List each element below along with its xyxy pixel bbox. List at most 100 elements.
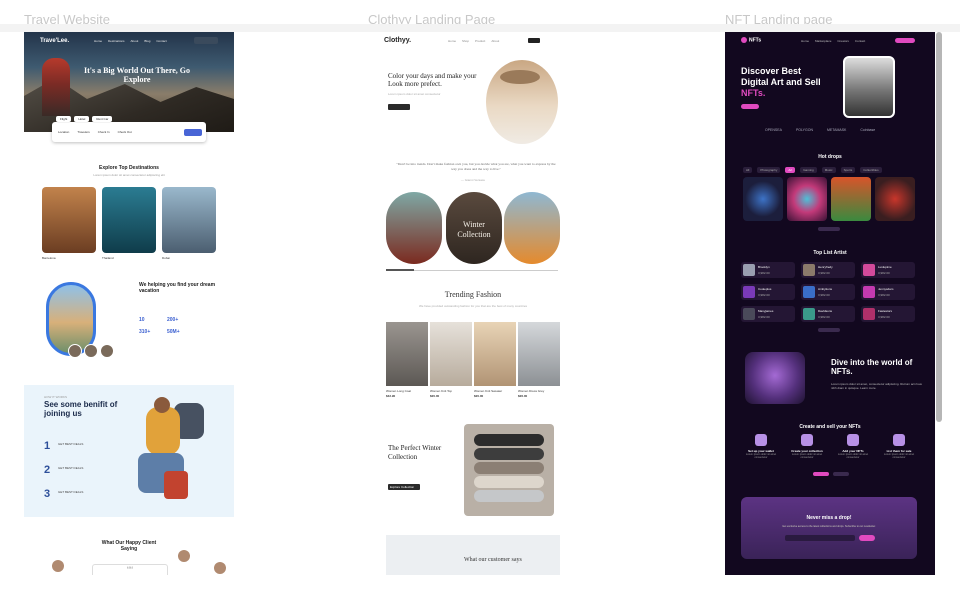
filter-chip[interactable]: Photography — [757, 167, 781, 173]
artist-name: Ambytions — [818, 287, 833, 291]
subscribe-button[interactable] — [859, 535, 875, 541]
product-image[interactable] — [386, 322, 428, 386]
create-buttons — [813, 472, 849, 476]
drop-card[interactable] — [743, 177, 783, 221]
filter-chip[interactable]: Sports — [840, 167, 856, 173]
nav-item[interactable]: Home — [448, 39, 456, 43]
fashion-quote: "Don't be into trends. Don't make fashio… — [396, 162, 556, 171]
stats-grid: 10 200+ 310+ 50M+ — [139, 317, 195, 335]
product-image[interactable] — [430, 322, 472, 386]
nav-item[interactable]: Blog — [144, 39, 150, 43]
create-button[interactable] — [813, 472, 829, 476]
product-image[interactable] — [518, 322, 560, 386]
benefit-small-label: HOW IT WORKS — [44, 395, 67, 399]
sweater-layer — [474, 434, 544, 446]
scrollbar[interactable] — [936, 32, 942, 422]
travel-nav: Home Destinations About Blog Contact — [94, 39, 167, 43]
sweater-layer — [474, 476, 544, 488]
nav-item[interactable]: Home — [94, 39, 102, 43]
divider-progress — [386, 269, 414, 271]
artist-card[interactable]: Brooklyn 3,982.00 — [741, 262, 795, 278]
thumb[interactable] — [84, 344, 98, 358]
destination-card-thailand[interactable] — [102, 187, 156, 253]
add-nft-icon — [847, 434, 859, 446]
filter-chip[interactable]: All — [743, 167, 753, 173]
newsletter-email-input[interactable] — [785, 535, 855, 541]
search-button[interactable] — [184, 129, 202, 136]
nav-item[interactable]: Contact — [156, 39, 166, 43]
artist-card[interactable]: Henryfredy 3,982.00 — [801, 262, 855, 278]
collection-arch-left[interactable] — [386, 192, 442, 264]
newsletter-title: Never miss a drop! — [806, 515, 852, 521]
shop-now-button[interactable] — [388, 104, 410, 110]
clothyy-logo[interactable]: Clothyy. — [384, 37, 411, 44]
nav-item[interactable]: Destinations — [108, 39, 125, 43]
tab-hotel[interactable]: Hotel — [74, 116, 90, 122]
destination-card-barcelona[interactable] — [42, 187, 96, 253]
artist-card[interactable]: Manyjames 3,982.00 — [741, 306, 795, 322]
artist-card[interactable]: Fastestors 3,982.00 — [861, 306, 915, 322]
featured-nft-art[interactable] — [843, 56, 895, 118]
destination-card-dubai[interactable] — [162, 187, 216, 253]
drop-card[interactable] — [875, 177, 915, 221]
field-check-in[interactable]: Check In — [98, 130, 110, 134]
connect-wallet-button[interactable] — [895, 38, 915, 43]
artist-avatar — [863, 264, 875, 276]
field-check-out[interactable]: Check Out — [118, 130, 132, 134]
drop-card[interactable] — [831, 177, 871, 221]
artist-card[interactable]: Cooleplus 3,982.00 — [741, 284, 795, 300]
field-location[interactable]: Location — [58, 130, 69, 134]
nav-item[interactable]: About — [491, 39, 499, 43]
product-name: Women Long Coat — [386, 389, 411, 393]
learn-more-button[interactable] — [833, 472, 849, 476]
nav-item[interactable]: Product — [475, 39, 485, 43]
filter-chip-active[interactable]: Art — [785, 167, 796, 173]
clothing-cart-button[interactable] — [528, 38, 540, 43]
tab-flight[interactable]: Flight — [56, 116, 72, 122]
hero-subtitle: Lorem ipsum dolor sit amet consectetur — [388, 92, 441, 96]
artist-avatar — [803, 286, 815, 298]
artist-name: Manyjames — [758, 309, 774, 313]
artist-card[interactable]: Ambytions 3,982.00 — [801, 284, 855, 300]
filter-chip[interactable]: Music — [821, 167, 836, 173]
view-more-button[interactable] — [818, 227, 840, 231]
step-text: GET BEST DEALS — [58, 490, 84, 494]
destinations-subtitle: Lorem ipsum dolor sit amet consectetur a… — [93, 173, 165, 177]
explore-collection-button[interactable]: Explore Collection — [388, 484, 420, 490]
artist-name: Cooleplus — [758, 287, 772, 291]
nft-landing-preview[interactable]: NFTs Home Marketplace Creators Contact D… — [725, 32, 935, 575]
artist-name: Brooklyn — [758, 265, 770, 269]
tab-rent-car[interactable]: Rent Car — [92, 116, 113, 122]
artist-card[interactable]: Luxlupime 3,982.00 — [861, 262, 915, 278]
collection-arch-right[interactable] — [504, 192, 560, 264]
travel-logo[interactable]: Trave'Lee. — [40, 38, 69, 44]
artist-value: 3,982.00 — [878, 271, 890, 275]
nft-logo[interactable]: NFTs — [741, 37, 761, 43]
travel-search-box[interactable]: Flight Hotel Rent Car Location Travelers… — [52, 116, 206, 142]
product-image[interactable] — [474, 322, 516, 386]
nav-item[interactable]: Creators — [837, 39, 849, 43]
step-collection: Create your collection Lorem ipsum dolor … — [787, 434, 827, 459]
travel-website-preview[interactable]: Trave'Lee. Home Destinations About Blog … — [24, 32, 234, 575]
explore-button[interactable] — [741, 104, 759, 109]
nav-item[interactable]: Home — [801, 39, 809, 43]
testimonial-title: What Our Happy Client Saying — [101, 540, 157, 552]
artist-value: 3,982.00 — [818, 315, 830, 319]
view-all-artists-button[interactable] — [818, 328, 840, 332]
artist-name: Jennysdam — [878, 287, 894, 291]
thumb[interactable] — [68, 344, 82, 358]
artist-card[interactable]: Davidsons 3,982.00 — [801, 306, 855, 322]
drop-card[interactable] — [787, 177, 827, 221]
nav-item[interactable]: Contact — [855, 39, 865, 43]
nav-item[interactable]: About — [131, 39, 139, 43]
filter-chip[interactable]: Gaming — [800, 167, 817, 173]
step-text: GET BEST DEALS — [58, 466, 84, 470]
artist-card[interactable]: Jennysdam 3,982.00 — [861, 284, 915, 300]
nav-item[interactable]: Marketplace — [815, 39, 831, 43]
travel-login-button[interactable] — [194, 37, 218, 44]
thumb[interactable] — [100, 344, 114, 358]
field-travelers[interactable]: Travelers — [77, 130, 89, 134]
nav-item[interactable]: Shop — [462, 39, 469, 43]
clothing-landing-preview[interactable]: Clothyy. Home Shop Product About Color y… — [368, 32, 578, 575]
filter-chip[interactable]: Collectibles — [860, 167, 882, 173]
